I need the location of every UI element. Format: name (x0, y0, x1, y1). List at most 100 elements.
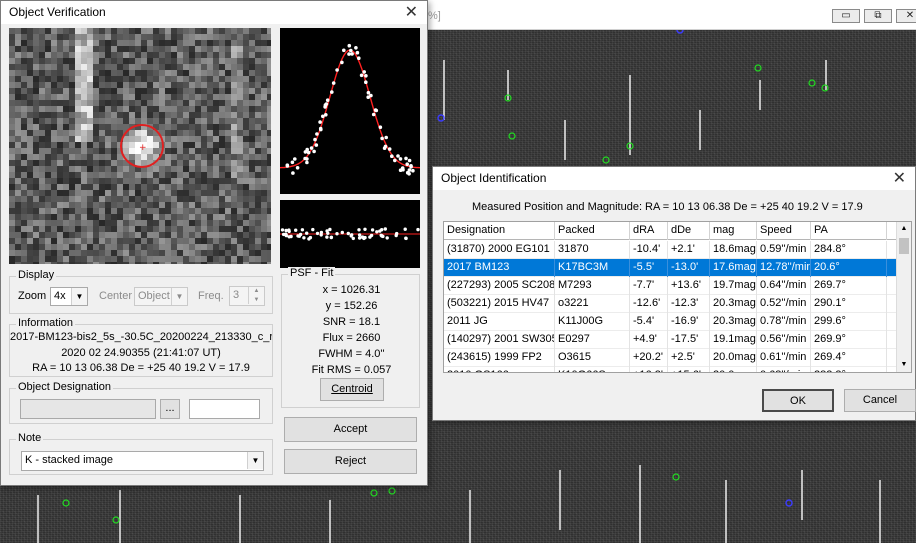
close-icon[interactable]: ✕ (893, 168, 906, 188)
psf-residual-canvas (280, 227, 420, 241)
ok-label: OK (790, 395, 806, 407)
table-cell: 284.8° (811, 241, 887, 259)
table-row[interactable]: (227293) 2005 SC208 M7293 -7.7' +13.6' 19.7m… (444, 277, 897, 295)
table-cell: +13.6' (668, 277, 710, 295)
zoom-select[interactable]: 4x ▼ (50, 287, 88, 306)
table-cell: 0.68''/min (757, 367, 811, 372)
designation-browse-button[interactable]: ... (160, 399, 180, 419)
table-row[interactable]: (243615) 1999 FP2 O3615 +20.2' +2.5' 20.0mag… (444, 349, 897, 367)
scroll-up-icon[interactable]: ▲ (897, 222, 911, 236)
table-cell: -17.5' (668, 331, 710, 349)
table-cell: (243615) 1999 FP2 (444, 349, 555, 367)
accept-button[interactable]: Accept (284, 417, 417, 442)
table-cell: 282.3° (811, 367, 887, 372)
minimize-button[interactable]: ▭ (832, 9, 860, 23)
reject-button[interactable]: Reject (284, 449, 417, 474)
table-cell: -12.3' (668, 295, 710, 313)
table-cell: 299.6° (811, 313, 887, 331)
table-cell: (227293) 2005 SC208 (444, 277, 555, 295)
table-cell: +4.9' (630, 331, 668, 349)
freq-label: Freq. (198, 290, 224, 302)
table-cell: 2010 GS166 (444, 367, 555, 372)
psf-x: x = 1026.31 (322, 284, 381, 296)
column-header[interactable]: dDe (668, 222, 710, 240)
zoom-label: Zoom (18, 290, 47, 302)
info-filename: 2017-BM123-bis2_5s_-30.5C_20200224_21333… (10, 331, 272, 343)
table-cell: M7293 (555, 277, 630, 295)
center-label: Center (99, 290, 133, 302)
table-row[interactable]: (140297) 2001 SW305 E0297 +4.9' -17.5' 19.1m… (444, 331, 897, 349)
psf-fit-rms: Fit RMS = 0.057 (311, 364, 392, 376)
table-cell: 0.59''/min (757, 241, 811, 259)
cancel-label: Cancel (862, 394, 898, 406)
table-cell: +16.3' (630, 367, 668, 372)
accept-label: Accept (333, 423, 368, 435)
column-header[interactable]: Speed (757, 222, 811, 240)
psf-fit-group: PSF - Fit x = 1026.31 y = 152.26 SNR = 1… (281, 267, 420, 408)
svg-text:+: + (139, 143, 147, 153)
centroid-button[interactable]: Centroid (320, 378, 384, 401)
close-icon[interactable]: ✕ (405, 2, 418, 22)
verification-title: Object Verification (9, 5, 106, 19)
object-designation-label: Object Designation (16, 381, 113, 393)
cancel-button[interactable]: Cancel (844, 389, 916, 412)
table-cell: K17BC3M (555, 259, 630, 277)
table-cell: -5.5' (630, 259, 668, 277)
info-date: 2020 02 24.90355 (21:41:07 UT) (61, 347, 221, 359)
table-cell: 0.78''/min (757, 313, 811, 331)
column-header[interactable]: Designation (444, 222, 555, 240)
background-window-titlebar: %] ▭ ⧉ ✕ (428, 0, 916, 30)
table-cell: 269.9° (811, 331, 887, 349)
table-cell: 20.3mag (710, 313, 757, 331)
background-title-fragment: %] (428, 10, 441, 22)
info-coordinates: RA = 10 13 06.38 De = +25 40 19.2 V = 17… (32, 362, 250, 374)
identification-titlebar: Object Identification ✕ (433, 167, 915, 190)
chevron-down-icon: ▼ (171, 288, 187, 305)
psf-profile-canvas (279, 43, 421, 176)
psf-residual-plot (280, 200, 420, 268)
table-cell: -7.7' (630, 277, 668, 295)
column-header[interactable]: mag (710, 222, 757, 240)
table-cell: 290.1° (811, 295, 887, 313)
scroll-down-icon[interactable]: ▼ (897, 358, 911, 372)
table-row[interactable]: (503221) 2015 HV47 o3221 -12.6' -12.3' 20.3m… (444, 295, 897, 313)
identification-table[interactable]: Designation Packed dRA dDe mag Speed PA (31870… (443, 221, 912, 373)
object-verification-dialog: Object Verification ✕ + Display Zoom 4x … (0, 0, 428, 486)
table-cell: K11J00G (555, 313, 630, 331)
table-cell: -16.9' (668, 313, 710, 331)
column-header[interactable]: dRA (630, 222, 668, 240)
information-group-label: Information (16, 317, 76, 329)
column-header[interactable]: Packed (555, 222, 630, 240)
restore-button[interactable]: ⧉ (864, 9, 892, 23)
close-window-button[interactable]: ✕ (896, 9, 916, 23)
table-row[interactable]: 2017 BM123 K17BC3M -5.5' -13.0' 17.6mag 12.78… (444, 259, 897, 277)
table-row[interactable]: 2011 JG K11J00G -5.4' -16.9' 20.3mag 0.78''/m… (444, 313, 897, 331)
center-select[interactable]: Object ▼ (134, 287, 188, 306)
display-group: Display Zoom 4x ▼ Center Object ▼ Freq. … (9, 269, 273, 314)
ok-button[interactable]: OK (762, 389, 834, 412)
table-header: Designation Packed dRA dDe mag Speed PA (444, 222, 897, 240)
table-cell: +20.2' (630, 349, 668, 367)
table-cell: -13.0' (668, 259, 710, 277)
table-cell: 31870 (555, 241, 630, 259)
scroll-thumb[interactable] (899, 238, 909, 254)
table-row[interactable]: 2010 GS166K10G66S+16.3'+15.6'20.0mag0.68… (444, 367, 897, 372)
table-cell: +2.5' (668, 349, 710, 367)
table-cell: 2011 JG (444, 313, 555, 331)
table-cell: 0.61''/min (757, 349, 811, 367)
table-cell: 12.78''/min (757, 259, 811, 277)
table-row[interactable]: (31870) 2000 EG101 31870 -10.4' +2.1' 18.6ma… (444, 241, 897, 259)
designation-field[interactable] (20, 399, 156, 419)
note-select[interactable]: K - stacked image ▼ (21, 451, 264, 471)
table-scrollbar[interactable]: ▲ ▼ (896, 222, 911, 372)
table-cell: o3221 (555, 295, 630, 313)
freq-spinner[interactable]: 3 ▲ ▼ (229, 286, 265, 306)
column-header[interactable]: PA (811, 222, 887, 240)
table-cell: 20.3mag (710, 295, 757, 313)
table-cell: 17.6mag (710, 259, 757, 277)
designation-extra-field[interactable] (189, 399, 260, 419)
star-cutout-image[interactable]: + (9, 28, 271, 264)
table-cell: 20.6° (811, 259, 887, 277)
note-group: Note K - stacked image ▼ (9, 432, 273, 475)
note-group-label: Note (16, 432, 44, 444)
